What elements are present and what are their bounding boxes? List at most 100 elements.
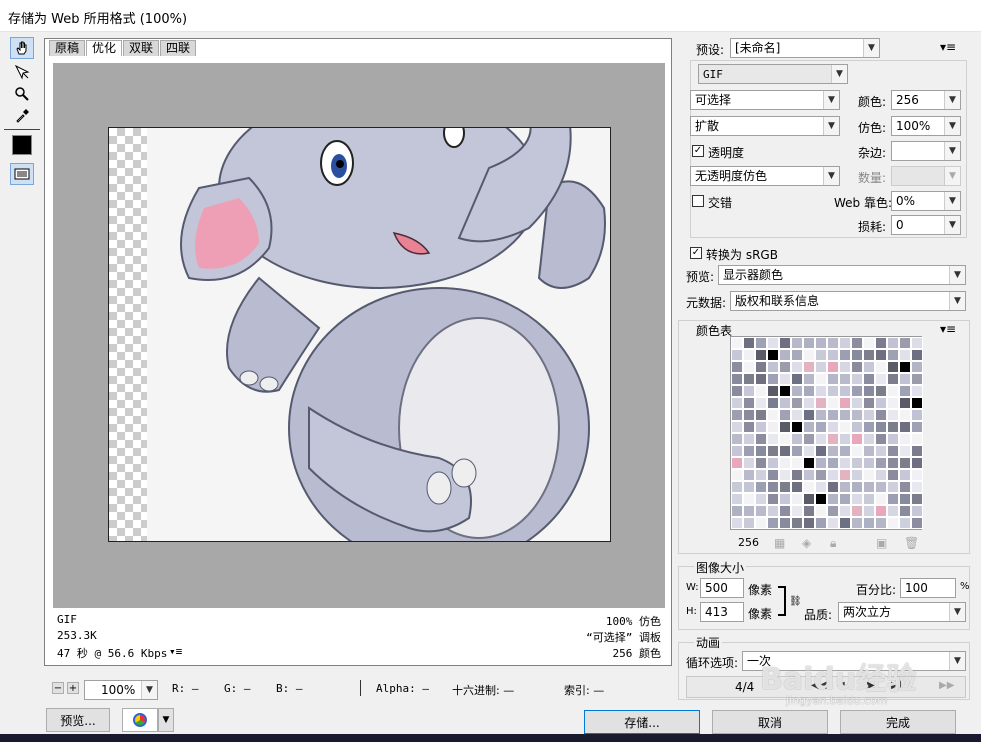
color-swatch[interactable] [899,361,911,373]
color-swatch[interactable] [791,493,803,505]
color-swatch[interactable] [779,373,791,385]
color-swatch[interactable] [827,481,839,493]
color-swatch[interactable] [827,373,839,385]
color-swatch[interactable] [779,349,791,361]
color-swatch[interactable] [887,397,899,409]
color-swatch[interactable] [779,397,791,409]
transparency-checkbox[interactable]: ✓ [692,145,704,157]
matte-select[interactable]: ▼ [891,141,961,161]
color-swatch[interactable] [767,505,779,517]
color-table-menu-icon[interactable]: ▾≡ [940,322,956,336]
color-swatch[interactable] [803,445,815,457]
percent-input[interactable]: 100 [900,578,956,598]
color-swatch[interactable] [911,409,923,421]
color-swatch[interactable] [887,493,899,505]
web-snap-select[interactable]: 0% ▼ [891,191,961,211]
color-swatch[interactable] [851,493,863,505]
color-swatch[interactable] [839,517,851,529]
srgb-checkbox[interactable]: ✓ [690,247,702,259]
color-swatch[interactable] [863,457,875,469]
color-swatch[interactable] [851,457,863,469]
color-swatch[interactable] [863,409,875,421]
color-swatch[interactable] [887,409,899,421]
color-swatch[interactable] [779,409,791,421]
color-swatch[interactable] [803,421,815,433]
quality-select[interactable]: 两次立方 ▼ [838,602,966,622]
color-swatch[interactable] [911,337,923,349]
color-swatch[interactable] [743,421,755,433]
color-swatch[interactable] [779,421,791,433]
color-swatch[interactable] [755,361,767,373]
tab-optimized[interactable]: 优化 [86,40,123,56]
color-swatch[interactable] [815,493,827,505]
color-swatch[interactable] [767,361,779,373]
color-swatch[interactable] [779,517,791,529]
color-swatch[interactable] [743,469,755,481]
color-swatch[interactable] [875,361,887,373]
color-swatch[interactable] [731,457,743,469]
color-swatch[interactable] [827,409,839,421]
eyedropper-tool-icon[interactable] [10,105,34,127]
color-swatch[interactable] [851,397,863,409]
color-swatch[interactable] [743,409,755,421]
color-swatch[interactable] [911,457,923,469]
color-swatch[interactable] [827,469,839,481]
color-swatch[interactable] [875,373,887,385]
color-swatch[interactable] [827,505,839,517]
color-swatch[interactable] [815,373,827,385]
color-swatch[interactable] [839,433,851,445]
color-swatch[interactable] [743,397,755,409]
colors-select[interactable]: 256 ▼ [891,90,961,110]
color-swatch[interactable] [755,517,767,529]
info-menu-icon[interactable]: ▾≡ [169,645,182,658]
color-swatch[interactable] [899,505,911,517]
color-swatch[interactable] [839,385,851,397]
color-swatch[interactable] [803,409,815,421]
lock-icon[interactable]: 🔒︎ [830,536,836,551]
color-swatch[interactable] [863,385,875,397]
color-swatch[interactable] [851,373,863,385]
color-swatch[interactable] [755,445,767,457]
color-swatch[interactable] [743,385,755,397]
color-swatch[interactable] [827,349,839,361]
color-swatch[interactable] [899,457,911,469]
cancel-button[interactable]: 取消 [712,710,828,734]
color-swatch[interactable] [827,397,839,409]
color-swatch[interactable] [839,373,851,385]
tab-4-up[interactable]: 四联 [160,40,197,56]
color-swatch[interactable] [767,385,779,397]
color-swatch[interactable] [863,349,875,361]
color-swatch[interactable] [863,469,875,481]
color-swatch[interactable] [791,505,803,517]
color-swatch[interactable] [899,409,911,421]
color-swatch[interactable] [731,517,743,529]
color-swatch[interactable] [803,457,815,469]
browser-dropdown-chevron-down-icon[interactable]: ▼ [158,708,174,732]
color-swatch[interactable] [851,385,863,397]
color-swatch[interactable] [887,421,899,433]
transparency-dither-select[interactable]: 无透明度仿色 ▼ [690,166,840,186]
color-swatch[interactable] [815,505,827,517]
color-swatch[interactable] [779,505,791,517]
color-swatch[interactable] [755,337,767,349]
color-swatch[interactable] [815,481,827,493]
color-swatch[interactable] [755,385,767,397]
color-swatch[interactable] [899,385,911,397]
color-swatch[interactable] [875,409,887,421]
color-swatch[interactable] [851,517,863,529]
color-swatch[interactable] [767,493,779,505]
color-swatch[interactable] [839,361,851,373]
color-swatch[interactable] [755,349,767,361]
color-swatch[interactable] [863,493,875,505]
color-swatch[interactable] [815,349,827,361]
color-swatch[interactable] [767,349,779,361]
color-swatch[interactable] [743,337,755,349]
color-swatch[interactable] [755,493,767,505]
color-swatch[interactable] [791,409,803,421]
color-swatch[interactable] [839,421,851,433]
last-frame-icon[interactable]: ▶▶ [939,680,954,691]
color-reduction-select[interactable]: 可选择 ▼ [690,90,840,110]
color-swatch[interactable] [875,445,887,457]
color-swatch[interactable] [767,373,779,385]
color-swatch[interactable] [767,397,779,409]
